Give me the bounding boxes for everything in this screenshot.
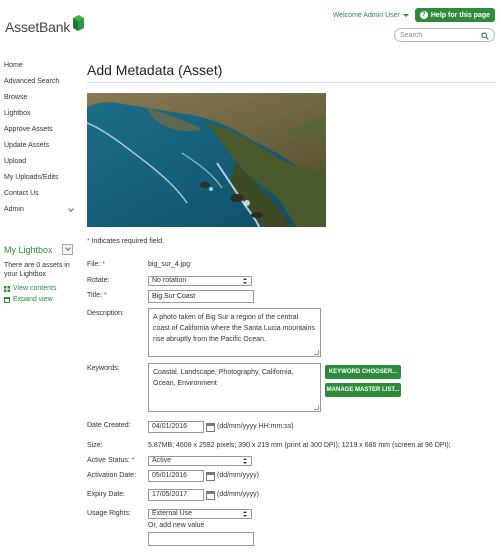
user-menu[interactable]: Welcome Admin User xyxy=(333,12,409,19)
rotate-select-value: No rotation xyxy=(152,277,187,284)
description-label: Description: xyxy=(87,310,124,317)
date-created-label: Date Created: xyxy=(87,422,131,429)
title-label: Title: * xyxy=(87,292,107,299)
calendar-icon[interactable] xyxy=(206,423,215,432)
active-status-label: Active Status: * xyxy=(87,457,134,464)
sidebar-item-my-uploads[interactable]: My Uploads/Edits xyxy=(4,174,76,190)
sidebar-item-upload[interactable]: Upload xyxy=(4,158,76,174)
expiry-date-label: Expiry Date: xyxy=(87,491,126,498)
usage-rights-value: External Use xyxy=(152,510,193,517)
file-label-text: File: xyxy=(87,261,101,268)
usage-rights-select[interactable]: External Use xyxy=(148,509,252,519)
search-box xyxy=(394,28,495,42)
sidebar-item-label: Update Assets xyxy=(4,142,50,149)
rotate-label: Rotate: xyxy=(87,277,110,284)
required-star: * xyxy=(131,457,135,464)
window-icon xyxy=(4,296,10,303)
add-new-value-input[interactable] xyxy=(148,532,254,546)
add-new-value-label: Or, add new value xyxy=(148,522,205,529)
activation-date-label: Activation Date: xyxy=(87,472,137,479)
caret-down-icon xyxy=(402,13,409,17)
resize-handle[interactable] xyxy=(314,350,319,355)
active-status-value: Active xyxy=(152,457,172,464)
search-icon[interactable] xyxy=(481,32,489,40)
sidebar-item-label: Admin xyxy=(4,206,24,213)
lightbox-toggle-button[interactable] xyxy=(62,244,73,255)
sidebar-item-browse[interactable]: Browse xyxy=(4,94,76,110)
sidebar-item-label: Approve Assets xyxy=(4,126,53,133)
active-status-label-text: Active Status: xyxy=(87,457,130,464)
sidebar-item-lightbox[interactable]: Lightbox xyxy=(4,110,76,126)
activation-date-input[interactable]: 05/01/2016 xyxy=(148,470,204,482)
select-arrows-icon xyxy=(243,278,248,284)
activation-date-hint: (dd/mm/yyyy) xyxy=(217,472,259,479)
sidebar-item-label: Browse xyxy=(4,94,28,101)
logo-cube-icon xyxy=(71,14,85,32)
title-input[interactable]: Big Sur Coast xyxy=(148,290,254,303)
sidebar-item-label: My Uploads/Edits xyxy=(4,174,59,181)
asset-preview-image xyxy=(87,93,326,227)
help-button[interactable]: ? Help for this page xyxy=(414,8,495,22)
usage-rights-label: Usage Rights: xyxy=(87,510,131,517)
select-arrows-icon xyxy=(243,458,248,464)
logo-text: AssetBank xyxy=(5,19,71,35)
size-value: 5.87MB; 4608 x 2592 pixels; 390 x 219 mm… xyxy=(148,442,451,449)
keywords-text: Coastal, Landscape, Photography, Califor… xyxy=(153,369,294,387)
assetbank-logo[interactable]: AssetBank xyxy=(5,14,85,35)
description-textarea[interactable]: A photo taken of Big Sur a region of the… xyxy=(148,308,321,357)
rotate-select[interactable]: No rotation xyxy=(148,276,252,286)
sidebar-item-home[interactable]: Home xyxy=(4,62,76,78)
top-bar: Welcome Admin User ? Help for this page xyxy=(333,8,495,22)
keywords-textarea[interactable]: Coastal, Landscape, Photography, Califor… xyxy=(148,363,321,412)
view-contents-link[interactable]: View contents xyxy=(4,285,56,292)
sidebar-nav: Home Advanced Search Browse Lightbox App… xyxy=(4,62,76,222)
date-created-hint: (dd/mm/yyyy HH:mm:ss) xyxy=(217,423,294,430)
required-note: * Indicates required field. xyxy=(87,238,164,245)
search-input[interactable] xyxy=(400,31,480,40)
size-label: Size: xyxy=(87,442,103,449)
sidebar-item-label: Lightbox xyxy=(4,110,31,117)
lightbox-title: My Lightbox xyxy=(4,245,53,255)
sidebar-item-label: Advanced Search xyxy=(4,78,60,85)
sidebar-item-label: Home xyxy=(4,62,23,69)
sidebar-item-admin[interactable]: Admin xyxy=(4,206,76,222)
lightbox-status: There are 0 assets in your Lightbox xyxy=(4,262,70,278)
required-note-text: Indicates required field. xyxy=(91,238,165,245)
expiry-date-hint: (dd/mm/yyyy) xyxy=(217,491,259,498)
file-value: big_sur_4.jpg xyxy=(148,261,191,268)
sidebar-item-advanced-search[interactable]: Advanced Search xyxy=(4,78,76,94)
keyword-chooser-button[interactable]: KEYWORD CHOOSER... xyxy=(325,365,401,379)
sidebar-item-contact-us[interactable]: Contact Us xyxy=(4,190,76,206)
active-status-select[interactable]: Active xyxy=(148,456,252,466)
view-contents-label: View contents xyxy=(13,285,57,292)
sidebar-item-update-assets[interactable]: Update Assets xyxy=(4,142,76,158)
expand-view-label: Expand view xyxy=(13,296,53,303)
help-label: Help for this page xyxy=(430,11,490,19)
title-label-text: Title: xyxy=(87,292,102,299)
resize-handle[interactable] xyxy=(314,405,319,410)
sidebar-item-label: Upload xyxy=(4,158,27,165)
chevron-down-icon xyxy=(68,206,74,212)
description-text: A photo taken of Big Sur a region of the… xyxy=(153,314,315,343)
required-star: * xyxy=(103,292,107,299)
sidebar-item-approve-assets[interactable]: Approve Assets xyxy=(4,126,76,142)
required-star: * xyxy=(87,238,90,245)
grid-icon xyxy=(4,285,10,292)
expand-view-link[interactable]: Expand view xyxy=(4,296,53,303)
chevron-down-icon xyxy=(65,245,71,251)
select-arrows-icon xyxy=(243,511,248,517)
welcome-text: Welcome Admin User xyxy=(332,11,400,19)
sidebar-item-label: Contact Us xyxy=(4,190,39,197)
page-title: Add Metadata (Asset) xyxy=(87,62,223,78)
keywords-label: Keywords: xyxy=(87,365,120,372)
required-star: * xyxy=(102,261,105,268)
manage-master-list-button[interactable]: MANAGE MASTER LIST... xyxy=(325,383,401,397)
question-icon: ? xyxy=(419,11,428,19)
expiry-date-input[interactable]: 17/05/2017 xyxy=(148,489,204,501)
calendar-icon[interactable] xyxy=(206,472,215,481)
title-divider xyxy=(87,82,495,83)
calendar-icon[interactable] xyxy=(206,491,215,500)
date-created-input[interactable]: 04/01/2016 xyxy=(148,421,204,433)
file-label: File: * xyxy=(87,261,105,268)
